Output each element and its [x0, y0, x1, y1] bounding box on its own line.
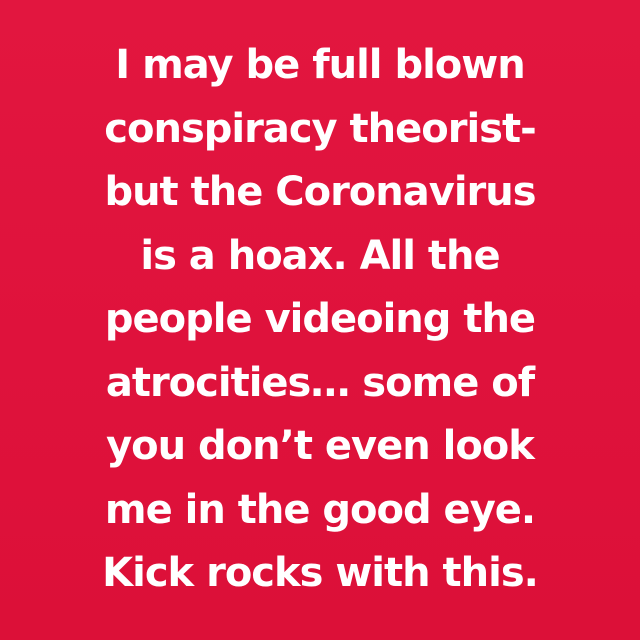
post-text-line-8: me in the good eye.	[104, 486, 536, 533]
post-text-line-2: conspiracy theorist-	[104, 105, 536, 152]
post-text-line-6: atrocities… some of	[105, 359, 535, 406]
text-post-card: I may be full blown conspiracy theorist-…	[0, 0, 640, 640]
post-text-line-5: people videoing the	[104, 296, 536, 343]
post-text-line-9: Kick rocks with this.	[102, 550, 539, 597]
post-text-line-3: but the Coronavirus	[104, 169, 536, 216]
post-text-line-1: I may be full blown	[115, 42, 525, 89]
post-text-line-4: is a hoax. All the	[140, 232, 500, 279]
post-text-line-7: you don’t even look	[106, 423, 535, 470]
post-message: I may be full blown conspiracy theorist-…	[0, 34, 640, 606]
